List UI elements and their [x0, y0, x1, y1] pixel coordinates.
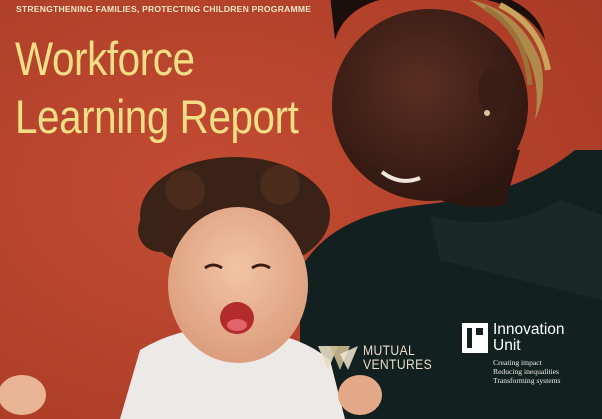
innovation-unit-line-2: Unit [493, 337, 521, 354]
report-cover: STRENGTHENING FAMILIES, PROTECTING CHILD… [0, 0, 602, 419]
innovation-unit-mark-icon [462, 323, 488, 353]
innovation-unit-tagline-2: Reducing inequalities [493, 367, 560, 377]
innovation-unit-tagline-3: Transforming systems [493, 376, 561, 386]
innovation-unit-tagline: Creating impact Reducing inequalities Tr… [493, 358, 560, 386]
mutual-ventures-line-2: VENTURES [363, 357, 433, 372]
mutual-ventures-mark-icon [318, 346, 358, 370]
mutual-ventures-logo: MUTUAL VENTURES [318, 342, 468, 376]
innovation-unit-tagline-1: Creating impact [493, 358, 542, 367]
report-title-line-1: Workforce [15, 32, 195, 85]
innovation-unit-wordmark: Innovation Unit [493, 322, 565, 354]
innovation-unit-line-1: Innovation [493, 321, 565, 338]
mutual-ventures-wordmark: MUTUAL VENTURES [363, 344, 432, 372]
report-title: Workforce Learning Report [15, 30, 299, 146]
innovation-unit-logo: Innovation Unit Creating impact Reducing… [462, 322, 600, 395]
mutual-ventures-line-1: MUTUAL [363, 343, 416, 358]
programme-kicker: STRENGTHENING FAMILIES, PROTECTING CHILD… [16, 4, 312, 14]
report-title-line-2: Learning Report [15, 90, 299, 143]
